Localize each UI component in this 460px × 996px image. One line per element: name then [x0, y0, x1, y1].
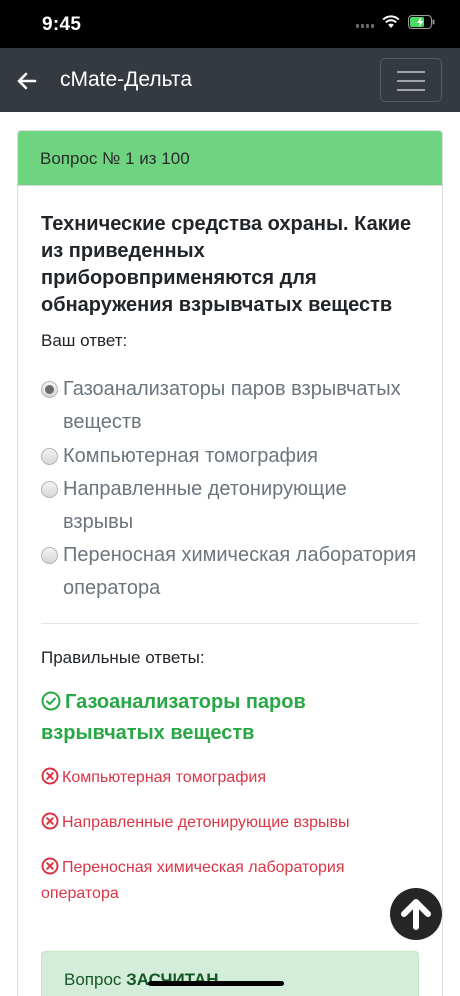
radio-button[interactable]	[41, 448, 58, 465]
correct-answer-text: Газоанализаторы паров взрывчатых веществ	[41, 691, 306, 744]
arrow-up-icon	[401, 899, 431, 930]
wifi-icon	[382, 15, 400, 28]
wrong-answer: Переносная химическая лаборатория операт…	[41, 855, 411, 907]
wrong-answer-text: Направленные детонирующие взрывы	[62, 814, 350, 831]
menu-button[interactable]	[380, 58, 442, 102]
result-status: ЗАСЧИТАН	[126, 970, 219, 989]
answer-option[interactable]: Переносная химическая лаборатория операт…	[41, 539, 421, 605]
correct-answers-label: Правильные ответы:	[41, 648, 205, 667]
answer-option[interactable]: Компьютерная томография	[41, 440, 421, 473]
answer-option[interactable]: Направленные детонирующие взрывы	[41, 473, 421, 539]
answer-option-label: Газоанализаторы паров взрывчатых веществ	[63, 378, 401, 433]
arrow-left-icon[interactable]	[16, 70, 38, 92]
home-indicator[interactable]	[148, 981, 284, 986]
question-text: Технические средства охраны. Какие из пр…	[41, 213, 412, 316]
wrong-answer-text: Компьютерная томография	[62, 769, 266, 786]
answer-option-label: Компьютерная томография	[63, 445, 318, 467]
status-time: 9:45	[42, 14, 82, 35]
radio-button[interactable]	[41, 547, 58, 564]
check-circle-icon	[41, 691, 61, 711]
radio-button-selected[interactable]	[41, 381, 58, 398]
question-card: Вопрос № 1 из 100 Технические средства о…	[17, 130, 443, 996]
navbar: cMate-Дельта	[0, 48, 460, 112]
status-bar: 9:45	[0, 0, 460, 48]
result-prefix: Вопрос	[64, 970, 122, 989]
result-alert: Вопрос ЗАСЧИТАН	[41, 951, 419, 996]
your-answer-label: Ваш ответ:	[41, 331, 128, 350]
app-title: cMate-Дельта	[60, 68, 192, 91]
correct-answer: Газоанализаторы паров взрывчатых веществ	[41, 687, 421, 749]
radio-button[interactable]	[41, 481, 58, 498]
x-circle-icon	[41, 767, 59, 785]
answer-option[interactable]: Газоанализаторы паров взрывчатых веществ	[41, 373, 421, 439]
x-circle-icon	[41, 857, 59, 875]
x-circle-icon	[41, 812, 59, 830]
wrong-answer: Направленные детонирующие взрывы	[41, 810, 411, 836]
battery-charging-icon	[408, 15, 435, 29]
question-counter: Вопрос № 1 из 100	[18, 131, 442, 186]
answer-option-label: Направленные детонирующие взрывы	[63, 478, 347, 533]
hamburger-icon	[397, 71, 425, 73]
answer-option-label: Переносная химическая лаборатория операт…	[63, 544, 417, 599]
cellular-signal-icon	[356, 16, 374, 28]
divider	[41, 623, 419, 624]
wrong-answer: Компьютерная томография	[41, 765, 411, 791]
scroll-to-top-button[interactable]	[390, 888, 442, 940]
result-text: Вопрос ЗАСЧИТАН	[64, 970, 219, 990]
status-icons	[356, 15, 436, 29]
wrong-answer-text: Переносная химическая лаборатория операт…	[41, 859, 345, 902]
